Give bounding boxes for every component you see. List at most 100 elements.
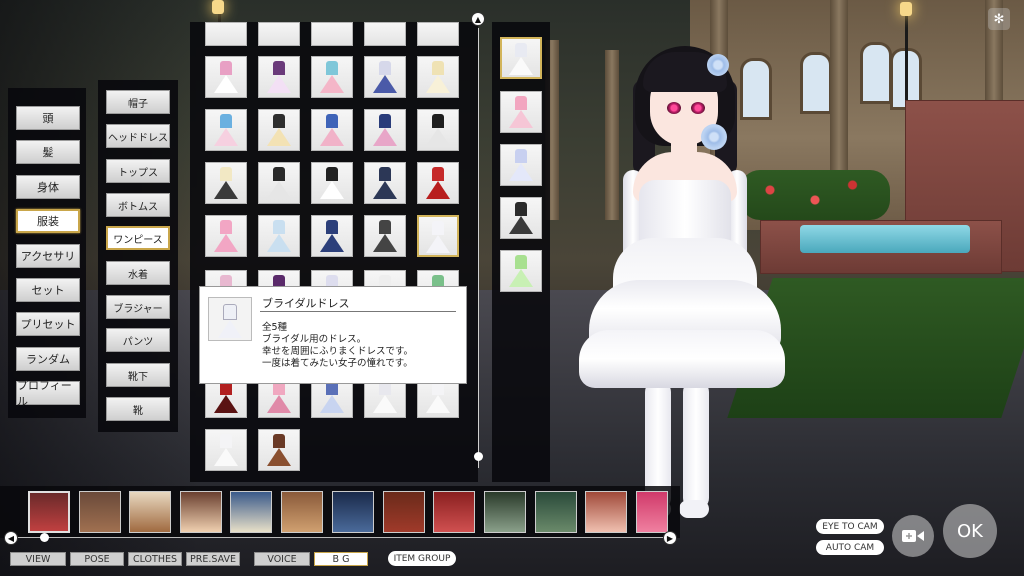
background-thumbnail[interactable] [180,491,222,533]
clothing-item-tile[interactable] [205,56,247,98]
triangle-right-icon: ▶ [666,533,674,543]
clothing-item-tile[interactable] [258,56,300,98]
dress-icon [426,114,450,146]
clothing-item-tile[interactable] [417,215,459,257]
scroll-up-button[interactable]: ▲ [471,12,485,26]
dress-variation-tile[interactable] [500,37,542,79]
clothing-item-tile[interactable] [205,215,247,257]
auto-cam-button[interactable]: AUTO CAM [816,540,884,555]
clothing-item-tile[interactable] [205,162,247,204]
item-group-button[interactable]: ITEM GROUP [388,551,456,566]
clothing-item-tile[interactable] [364,109,406,151]
subcategory-button[interactable]: 帽子 [106,90,170,114]
arched-window [800,52,832,114]
background-thumbnail[interactable] [636,491,668,533]
fountain-water [800,225,970,253]
tab-bg[interactable]: B G [314,552,368,566]
subcategory-button[interactable]: 靴下 [106,363,170,387]
category-button[interactable]: 頭 [16,106,80,130]
clothing-item-tile[interactable] [311,215,353,257]
grid-scrollbar-track[interactable] [478,28,479,468]
dress-icon [320,167,344,199]
subcategory-button[interactable]: ヘッドドレス [106,124,170,148]
category-button[interactable]: 服装 [16,209,80,233]
tab-clothes[interactable]: CLOTHES [128,552,182,566]
clothing-item-tile[interactable] [417,22,459,46]
dress-icon [426,381,450,413]
dress-variation-tile[interactable] [500,91,542,133]
dress-icon [267,114,291,146]
background-thumbnail[interactable] [281,491,323,533]
clothing-item-tile[interactable] [205,429,247,471]
background-thumbnail[interactable] [28,491,70,533]
shoe-right [679,500,709,518]
clothing-item-tile[interactable] [311,109,353,151]
background-thumbnail[interactable] [585,491,627,533]
tab-view[interactable]: VIEW [10,552,66,566]
scroll-right-button[interactable]: ▶ [663,531,677,545]
clothing-item-tile[interactable] [258,22,300,46]
scroll-left-button[interactable]: ◀ [4,531,18,545]
tab-voice[interactable]: VOICE [254,552,310,566]
subcategory-button[interactable]: 靴 [106,397,170,421]
clothing-item-tile[interactable] [258,162,300,204]
subcategory-button[interactable]: トップス [106,159,170,183]
clothing-item-tile[interactable] [258,109,300,151]
grid-scrollbar-handle[interactable] [474,452,483,461]
background-thumbnail[interactable] [230,491,272,533]
clothing-item-tile[interactable] [364,56,406,98]
category-button[interactable]: プリセット [16,312,80,336]
subcategory-button[interactable]: 水着 [106,261,170,285]
background-thumbnail[interactable] [79,491,121,533]
category-button[interactable]: 髪 [16,140,80,164]
background-thumbnail[interactable] [433,491,475,533]
category-button[interactable]: ランダム [16,347,80,371]
tab-pose[interactable]: POSE [70,552,124,566]
clothing-item-tile[interactable] [364,215,406,257]
tab-presave[interactable]: PRE.SAVE [186,552,240,566]
tooltip-divider [260,311,456,312]
background-thumbnail[interactable] [129,491,171,533]
background-scroll-track[interactable] [12,537,668,538]
tooltip-thumbnail [208,297,252,341]
camera-button[interactable] [892,515,934,557]
background-thumbnail[interactable] [484,491,526,533]
clothing-item-tile[interactable] [417,109,459,151]
clothing-item-tile[interactable] [258,215,300,257]
dress-icon [509,202,533,234]
clothing-item-tile[interactable] [205,22,247,46]
background-thumbnail[interactable] [535,491,577,533]
ok-button[interactable]: OK [943,504,997,558]
settings-button[interactable]: ✻ [988,8,1010,30]
category-button[interactable]: プロフィール [16,379,80,408]
subcategory-button[interactable]: ボトムス [106,193,170,217]
background-scroll-handle[interactable] [40,533,49,542]
clothing-item-tile[interactable] [364,162,406,204]
dress-variation-tile[interactable] [500,144,542,186]
dress-icon [509,255,533,287]
clothing-item-tile[interactable] [311,22,353,46]
dress-variation-tile[interactable] [500,197,542,239]
category-button[interactable]: 身体 [16,175,80,199]
clothing-item-tile[interactable] [205,109,247,151]
item-tooltip: ブライダルドレス 全5種 ブライダル用のドレス。 幸せを周囲にふりまくドレスです… [199,286,467,384]
dress-icon [426,61,450,93]
clothing-item-tile[interactable] [417,56,459,98]
subcategory-button[interactable]: パンツ [106,328,170,352]
dress-variation-tile[interactable] [500,250,542,292]
category-button[interactable]: セット [16,278,80,302]
character-model[interactable] [575,40,785,540]
eye-to-cam-button[interactable]: EYE TO CAM [816,519,884,534]
background-thumbnail[interactable] [383,491,425,533]
clothing-item-tile[interactable] [258,429,300,471]
clothing-item-tile[interactable] [417,162,459,204]
background-thumbnail[interactable] [332,491,374,533]
ok-label: OK [957,520,983,542]
category-button[interactable]: アクセサリ [16,244,80,268]
subcategory-button[interactable]: ワンピース [106,226,170,250]
clothing-item-tile[interactable] [364,22,406,46]
clothing-item-tile[interactable] [311,56,353,98]
clothing-item-tile[interactable] [311,162,353,204]
subcategory-button[interactable]: ブラジャー [106,295,170,319]
dress-icon [214,61,238,93]
